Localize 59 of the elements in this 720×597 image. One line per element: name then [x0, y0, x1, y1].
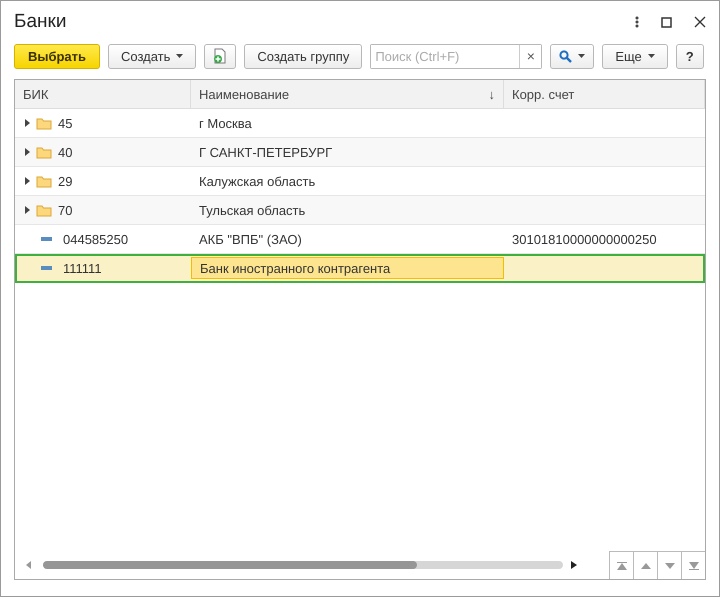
- table-cell: 70: [58, 202, 72, 218]
- table-row[interactable]: 40 Г САНКТ-ПЕТЕРБУРГ: [15, 138, 705, 167]
- select-button[interactable]: Выбрать: [14, 44, 100, 68]
- column-header[interactable]: БИК: [15, 80, 191, 109]
- column-header[interactable]: Корр. счет: [504, 80, 705, 109]
- caret-icon: [578, 54, 586, 58]
- caret-icon: [176, 54, 184, 58]
- more-icon[interactable]: [635, 16, 639, 28]
- caret-icon: [648, 54, 655, 58]
- scrollbar-thumb[interactable]: [43, 561, 418, 569]
- clear-button[interactable]: ×: [519, 44, 542, 68]
- more-button[interactable]: Еще: [602, 44, 668, 68]
- table-row[interactable]: 111111 Банк иностранного контрагента: [15, 254, 705, 283]
- table-row[interactable]: 70 Тульская область: [15, 196, 705, 225]
- expand-arrow-icon[interactable]: [25, 119, 30, 127]
- page-down-icon: [664, 562, 674, 570]
- first-page-icon: [616, 562, 626, 570]
- table-cell: 45: [58, 116, 72, 130]
- table-cell: Тульская область: [199, 202, 306, 218]
- item-icon: [41, 237, 52, 241]
- table-cell: г Москва: [199, 116, 252, 130]
- create-button[interactable]: Создать: [108, 44, 196, 68]
- folder-icon: [36, 204, 52, 216]
- table-cell: Банк иностранного контрагента: [200, 260, 390, 276]
- maximize-icon[interactable]: [661, 16, 672, 28]
- document-add-icon: [213, 48, 228, 64]
- expand-arrow-icon[interactable]: [25, 177, 30, 185]
- last-page-icon: [688, 562, 698, 570]
- page-up-icon: [640, 562, 650, 570]
- column-header[interactable]: Наименование ↓: [191, 80, 504, 109]
- table-cell: 29: [58, 174, 72, 188]
- search-button[interactable]: [550, 44, 594, 68]
- close-icon[interactable]: [694, 16, 706, 28]
- table-cell: 111111: [63, 260, 102, 276]
- first-page-button[interactable]: [609, 551, 633, 579]
- expand-arrow-icon[interactable]: [25, 206, 30, 214]
- expand-arrow-icon[interactable]: [25, 148, 30, 156]
- horizontal-scrollbar[interactable]: [43, 561, 563, 569]
- folder-icon: [36, 174, 52, 188]
- table-cell: 40: [58, 144, 72, 160]
- table-cell: 30101810000000000250: [512, 232, 657, 246]
- table-cell: Калужская область: [199, 174, 316, 188]
- item-icon: [41, 266, 52, 270]
- last-page-button[interactable]: [681, 551, 705, 579]
- scroll-right-icon: [571, 561, 577, 569]
- folder-icon: [36, 116, 52, 130]
- page-up-button[interactable]: [633, 551, 657, 579]
- page-down-button[interactable]: [657, 551, 681, 579]
- window-title: Банки: [14, 11, 68, 33]
- folder-icon: [36, 146, 52, 158]
- search-field[interactable]: Поиск (Ctrl+F) ×: [370, 44, 542, 68]
- table-cell: АКБ "ВПБ" (ЗАО): [199, 232, 302, 246]
- add-document-button[interactable]: [204, 44, 236, 68]
- create-group-button[interactable]: Создать группу: [244, 44, 362, 68]
- table-cell: 044585250: [63, 232, 128, 246]
- help-button[interactable]: ?: [676, 44, 704, 68]
- search-icon: [559, 50, 572, 62]
- table-cell: Г САНКТ-ПЕТЕРБУРГ: [199, 144, 332, 160]
- sort-arrow: ↓: [488, 86, 495, 102]
